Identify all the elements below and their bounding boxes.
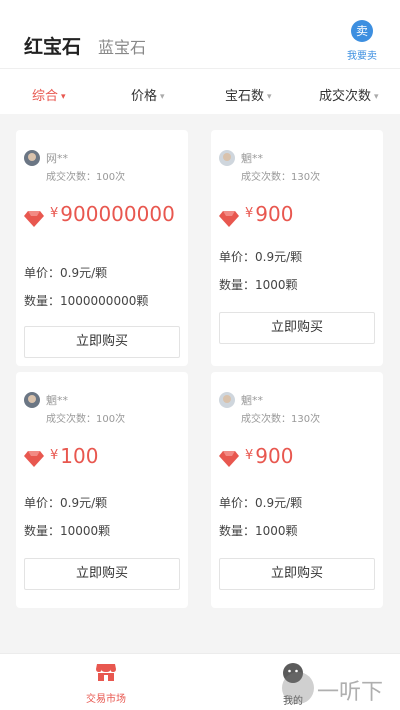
header: 红宝石 蓝宝石 卖 我要卖 — [0, 0, 400, 68]
buy-now-button[interactable]: 立即购买 — [24, 558, 180, 590]
buy-now-button[interactable]: 立即购买 — [219, 312, 375, 344]
filter-overall[interactable]: 综合 ▾ — [32, 85, 66, 104]
filter-trade-count[interactable]: 成交次数 ▾ — [319, 85, 379, 104]
tab-sapphire[interactable]: 蓝宝石 — [98, 34, 146, 58]
ruby-icon — [219, 451, 239, 467]
avatar — [219, 150, 235, 166]
trade-count: 成交次数：100次 — [46, 414, 126, 425]
buy-now-button[interactable]: 立即购买 — [24, 326, 180, 358]
filter-bar: 综合 ▾ 价格 ▾ 宝石数 ▾ 成交次数 ▾ — [0, 68, 400, 114]
tab-ruby[interactable]: 红宝石 — [24, 32, 81, 59]
nav-market-label: 交易市场 — [86, 694, 126, 705]
buy-now-button[interactable]: 立即购买 — [219, 558, 375, 590]
avatar — [24, 392, 40, 408]
ruby-icon — [24, 451, 44, 467]
listing-card[interactable]: 魍** 成交次数：130次 ¥900 单价：0.9元/颗 数量：1000颗 立即… — [211, 130, 383, 366]
nav-market[interactable]: 交易市场 — [66, 662, 146, 705]
quantity: 数量：10000颗 — [24, 524, 111, 538]
chevron-down-icon: ▾ — [267, 92, 272, 102]
chevron-down-icon: ▾ — [61, 92, 66, 102]
unit-price: 单价：0.9元/颗 — [219, 250, 303, 264]
ruby-icon — [24, 211, 44, 227]
avatar — [219, 392, 235, 408]
seller-name: 魍** — [241, 152, 263, 165]
watermark-text: 一听下载 — [317, 680, 384, 705]
filter-price[interactable]: 价格 ▾ — [131, 85, 165, 104]
quantity: 数量：1000颗 — [219, 524, 298, 538]
unit-price: 单价：0.9元/颗 — [24, 496, 108, 510]
watermark-logo-icon — [282, 672, 314, 704]
quantity: 数量：1000颗 — [219, 278, 298, 292]
filter-gem-count[interactable]: 宝石数 ▾ — [225, 85, 272, 104]
seller-name: 魍** — [46, 394, 68, 407]
trade-count: 成交次数：130次 — [241, 172, 321, 183]
unit-price: 单价：0.9元/颗 — [219, 496, 303, 510]
sell-label: 我要卖 — [347, 51, 377, 62]
listing-card[interactable]: 网** 成交次数：100次 ¥900000000 单价：0.9元/颗 数量：10… — [16, 130, 188, 366]
quantity: 数量：1000000000颗 — [24, 294, 149, 308]
unit-price: 单价：0.9元/颗 — [24, 266, 108, 280]
trade-count: 成交次数：100次 — [46, 172, 126, 183]
price: ¥900 — [245, 202, 294, 226]
ruby-icon — [219, 211, 239, 227]
store-icon — [96, 664, 116, 681]
price: ¥900000000 — [50, 202, 175, 226]
watermark: 一听下载 — [282, 672, 400, 706]
listing-card[interactable]: 魍** 成交次数：130次 ¥900 单价：0.9元/颗 数量：1000颗 立即… — [211, 372, 383, 608]
avatar — [24, 150, 40, 166]
price: ¥900 — [245, 444, 294, 468]
chevron-down-icon: ▾ — [374, 92, 379, 102]
listing-card[interactable]: 魍** 成交次数：100次 ¥100 单价：0.9元/颗 数量：10000颗 立… — [16, 372, 188, 608]
seller-name: 魍** — [241, 394, 263, 407]
chevron-down-icon: ▾ — [160, 92, 165, 102]
sell-button[interactable]: 卖 我要卖 — [340, 20, 384, 66]
price: ¥100 — [50, 444, 99, 468]
sell-icon: 卖 — [351, 20, 373, 42]
trade-count: 成交次数：130次 — [241, 414, 321, 425]
seller-name: 网** — [46, 152, 68, 165]
